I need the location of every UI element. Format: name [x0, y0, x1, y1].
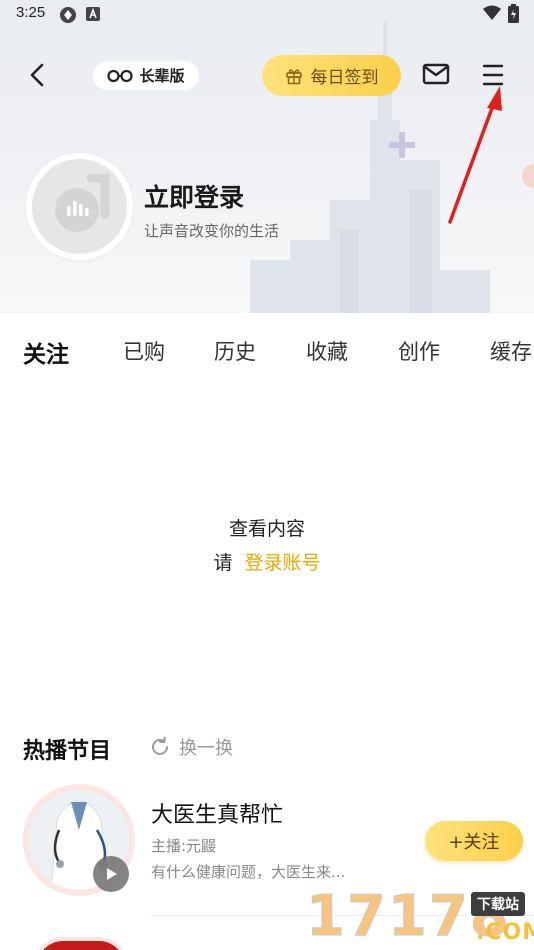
- daily-checkin-label: 每日签到: [310, 68, 379, 88]
- login-subtitle: 让声音改变你的生活: [144, 222, 280, 240]
- play-icon: [107, 868, 117, 880]
- watermark-suffix: .COM: [476, 920, 534, 945]
- tab-creations[interactable]: 创作: [398, 336, 440, 366]
- tab-following[interactable]: 关注: [23, 335, 69, 369]
- app-icon: [59, 6, 77, 28]
- gift-icon: [285, 68, 302, 84]
- login-title[interactable]: 立即登录: [144, 178, 244, 214]
- follow-button[interactable]: +关注: [425, 821, 523, 861]
- program-host: 主播:元鼹: [151, 837, 217, 855]
- glasses-icon: [107, 69, 134, 82]
- tab-downloads[interactable]: 缓存: [490, 336, 532, 366]
- tab-purchased[interactable]: 已购: [123, 336, 165, 366]
- login-account-link[interactable]: 登录账号: [245, 552, 321, 574]
- elder-mode-label: 长辈版: [139, 67, 185, 85]
- daily-checkin-button[interactable]: 每日签到: [262, 55, 401, 96]
- status-bar: 3:25: [0, 0, 534, 30]
- hot-programs-title: 热播节目: [23, 739, 112, 764]
- tab-bar: 关注 已购 历史 收藏 创作 缓存: [0, 330, 534, 378]
- site-watermark: 17178 下载站 .COM: [306, 884, 534, 950]
- battery-icon: [508, 4, 519, 27]
- user-avatar[interactable]: [26, 153, 133, 260]
- refresh-button[interactable]: 换一换: [149, 734, 233, 760]
- refresh-label: 换一换: [179, 738, 233, 759]
- elder-mode-button[interactable]: 长辈版: [93, 61, 199, 90]
- status-time: 3:25: [16, 4, 46, 21]
- program-title[interactable]: 大医生真帮忙: [151, 797, 283, 829]
- program-description: 有什么健康问题，大医生来...: [151, 863, 346, 881]
- a-badge-icon: [86, 6, 100, 25]
- app-logo-icon: [54, 173, 109, 232]
- empty-state-message: 请登录账号: [0, 548, 534, 575]
- back-icon: [30, 63, 44, 87]
- back-button[interactable]: [22, 58, 52, 92]
- tab-favorites[interactable]: 收藏: [306, 336, 348, 366]
- empty-state-prefix: 请: [213, 552, 233, 574]
- empty-state-title: 查看内容: [228, 518, 305, 540]
- refresh-icon: [152, 736, 168, 755]
- red-arrow-annotation: [448, 86, 502, 224]
- follow-label: +关注: [448, 832, 500, 853]
- wifi-icon: [483, 5, 501, 25]
- play-button[interactable]: [93, 856, 129, 892]
- next-program-cover[interactable]: [33, 937, 129, 950]
- default-avatar: [32, 159, 127, 254]
- watermark-tag: 下载站: [471, 892, 525, 916]
- tab-history[interactable]: 历史: [214, 336, 256, 366]
